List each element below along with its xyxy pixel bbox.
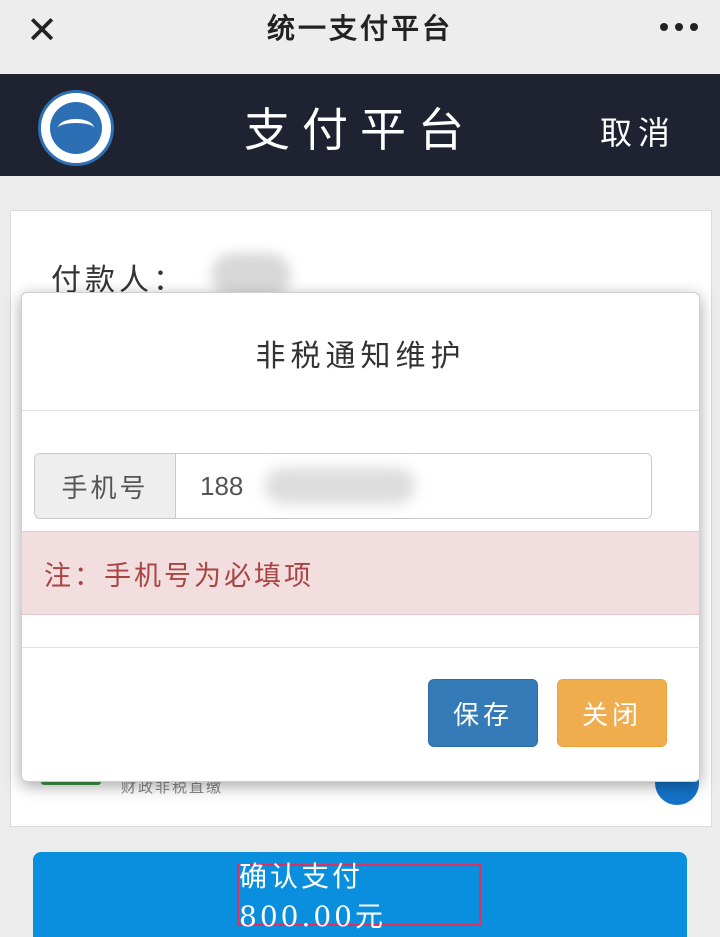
phone-addon-label: 手机号 xyxy=(35,454,176,518)
phone-number-redacted xyxy=(265,468,415,504)
close-icon[interactable]: ✕ xyxy=(22,10,62,50)
phone-input-group: 手机号 xyxy=(34,453,652,519)
payer-name-redacted xyxy=(211,253,291,297)
confirm-payment-label: 确认支付 800.00元 xyxy=(237,860,481,933)
more-icon[interactable] xyxy=(652,12,706,42)
wechat-title: 统一支付平台 xyxy=(266,12,453,45)
confirm-payment-button[interactable]: 确认支付 800.00元 xyxy=(33,852,687,937)
close-button[interactable]: 关闭 xyxy=(557,679,667,747)
save-button[interactable]: 保存 xyxy=(428,679,538,747)
required-field-alert: 注：手机号为必填项 xyxy=(22,531,699,615)
modal-footer-divider xyxy=(22,647,699,648)
notification-modal: 非税通知维护 手机号 注：手机号为必填项 保存 关闭 xyxy=(21,292,700,782)
modal-title: 非税通知维护 xyxy=(255,339,466,374)
app-header: 支付平台 取消 xyxy=(0,74,720,176)
page: ✕ 统一支付平台 支付平台 取消 付款人： 财政非税直缴 非税通知维护 手机号 … xyxy=(0,0,720,937)
cancel-button[interactable]: 取消 xyxy=(600,108,676,154)
wechat-top-bar: ✕ 统一支付平台 xyxy=(0,0,720,74)
modal-divider xyxy=(22,410,699,411)
